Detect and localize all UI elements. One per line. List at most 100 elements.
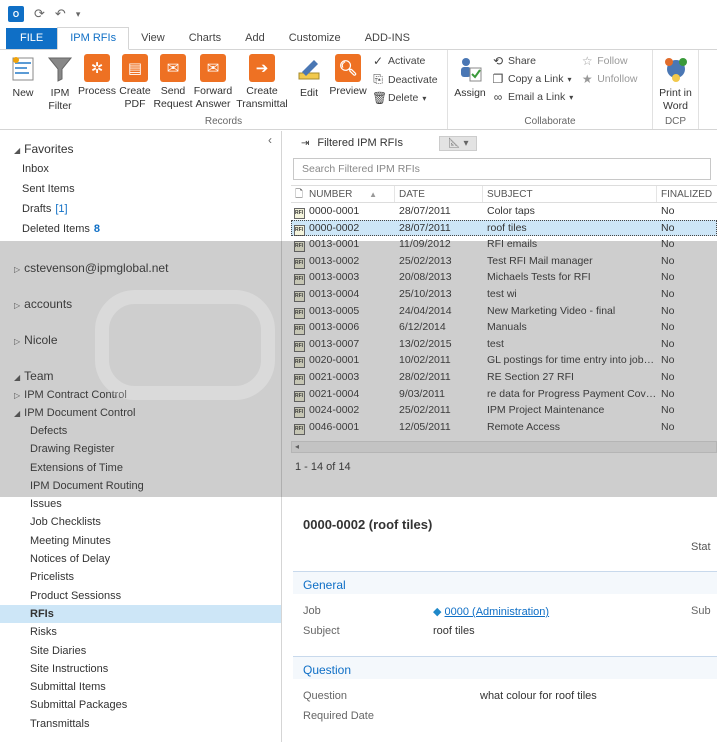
ipm-document-control[interactable]: ◢ IPM Document Control [0, 404, 281, 422]
table-row[interactable]: RFI 0021-0004 9/03/2011 re data for Progres… [291, 386, 717, 403]
table-row[interactable]: RFI 0020-0001 10/02/2011 GL postings for ti… [291, 352, 717, 369]
copy-link-button[interactable]: ❐ Copy a Link ▾ [492, 72, 573, 86]
folder-sent-items[interactable]: Sent Items [0, 179, 281, 199]
team-header[interactable]: ◢ Team [0, 366, 281, 386]
cell-date: 25/02/2011 [399, 404, 451, 417]
tab-customize[interactable]: Customize [277, 28, 353, 49]
table-row[interactable]: RFI 0021-0003 28/02/2011 RE Section 27 RFI N… [291, 369, 717, 386]
tab-file[interactable]: FILE [6, 28, 58, 49]
job-link[interactable]: 0000 (Administration) [445, 606, 550, 618]
sidebar-item-job-checklists[interactable]: Job Checklists [0, 513, 281, 531]
outlook-app-icon[interactable]: O [8, 6, 24, 22]
collapse-pane-icon[interactable]: ‹ [268, 133, 272, 147]
header-finalized[interactable]: FINALIZED [657, 186, 717, 202]
undo-icon[interactable]: ↶ [55, 6, 66, 22]
rfi-icon: RFI [291, 319, 307, 336]
forward-answer-label: Forward Answer [193, 85, 233, 110]
customize-qat-icon[interactable]: ▾ [76, 9, 81, 20]
email-link-button[interactable]: ∞ Email a Link ▾ [492, 90, 574, 104]
sidebar-item-rfis[interactable]: RFIs [0, 604, 281, 624]
preview-button[interactable]: 🔍︎ Preview [328, 52, 368, 115]
table-row[interactable]: RFI 0013-0001 11/09/2012 RFI emails No [291, 236, 717, 253]
account-nicole[interactable]: ▷ Nicole [0, 330, 281, 350]
table-row[interactable]: RFI 0013-0003 20/08/2013 Michaels Tests for… [291, 269, 717, 286]
create-pdf-button[interactable]: ▤ Create PDF [116, 52, 154, 115]
cell-date: 12/05/2011 [399, 420, 451, 433]
cell-subject: RFI emails [487, 238, 538, 251]
deleted-count: 8 [93, 223, 100, 235]
share-button[interactable]: ⟲ Share [492, 54, 573, 68]
account-accounts[interactable]: ▷ accounts [0, 294, 281, 314]
chevron-down-icon: ▾ [422, 93, 427, 103]
header-subject[interactable]: SUBJECT [483, 186, 657, 202]
forward-answer-button[interactable]: ✉ Forward Answer [192, 52, 234, 115]
group-dcp: Print in Word DCP [653, 50, 699, 129]
edit-button[interactable]: Edit [290, 52, 328, 115]
tab-add-ins[interactable]: ADD-INS [353, 28, 422, 49]
create-transmittal-label: Create Transmittal [236, 85, 288, 110]
send-receive-icon[interactable]: ⟳ [34, 6, 45, 22]
sidebar-item-meeting-minutes[interactable]: Meeting Minutes [0, 532, 281, 550]
tab-view[interactable]: View [129, 28, 177, 49]
account-cstevenson[interactable]: ▷ cstevenson@ipmglobal.net [0, 258, 281, 278]
delete-button[interactable]: 🗑︎ Delete ▾ [372, 91, 438, 105]
process-button[interactable]: ✲ Process [78, 52, 116, 115]
folder-drafts[interactable]: Drafts [1] [0, 199, 281, 219]
cell-subject: Remote Access [487, 420, 560, 433]
table-row[interactable]: RFI 0046-0001 12/05/2011 Remote Access No [291, 419, 717, 436]
deactivate-button[interactable]: ⎘ Deactivate [372, 72, 438, 87]
folder-deleted-items[interactable]: Deleted Items 8 [0, 219, 281, 239]
header-number[interactable]: NUMBER ▲ [307, 186, 395, 202]
sidebar-item-pricelists[interactable]: Pricelists [0, 568, 281, 586]
pin-icon[interactable]: ⇥ [301, 138, 309, 149]
sidebar-item-submittal-packages[interactable]: Submittal Packages [0, 696, 281, 714]
ipm-filter-button[interactable]: IPM Filter [42, 52, 78, 115]
edit-label: Edit [299, 87, 319, 99]
search-input[interactable]: Search Filtered IPM RFIs [293, 158, 711, 180]
table-row[interactable]: RFI 0013-0005 24/04/2014 New Marketing Vide… [291, 303, 717, 320]
horizontal-scrollbar[interactable]: ◂ [291, 441, 717, 454]
assign-button[interactable]: Assign [452, 52, 488, 115]
table-row[interactable]: RFI 0013-0002 25/02/2013 Test RFI Mail mana… [291, 253, 717, 270]
folder-inbox[interactable]: Inbox [0, 159, 281, 179]
question-label: Question [303, 690, 348, 702]
table-row[interactable]: RFI 0024-0002 25/02/2011 IPM Project Mainte… [291, 402, 717, 419]
new-button[interactable]: New [4, 52, 42, 115]
sidebar-item-ipm-document-routing[interactable]: IPM Document Routing [0, 477, 281, 495]
sidebar-item-site-instructions[interactable]: Site Instructions [0, 660, 281, 678]
table-row[interactable]: RFI 0000-0001 28/07/2011 Color taps No [291, 203, 717, 220]
deactivate-label: Deactivate [388, 73, 438, 86]
sidebar-item-defects[interactable]: Defects [0, 422, 281, 440]
filter-tab-icon[interactable]: 📐︎ ▾ [438, 135, 478, 151]
sidebar-item-site-diaries[interactable]: Site Diaries [0, 642, 281, 660]
favorites-header[interactable]: ◢ Favorites [0, 139, 281, 159]
unfollow-button[interactable]: ★ Unfollow [581, 72, 638, 86]
header-date[interactable]: DATE [395, 186, 483, 202]
rfi-icon: RFI [291, 386, 307, 403]
cell-finalized: No [661, 337, 675, 350]
table-row[interactable]: RFI 0013-0004 25/10/2013 test wi No [291, 286, 717, 303]
sidebar-item-notices-of-delay[interactable]: Notices of Delay [0, 550, 281, 568]
create-transmittal-button[interactable]: ➔ Create Transmittal [234, 52, 290, 115]
sidebar-item-submittal-items[interactable]: Submittal Items [0, 678, 281, 696]
ipm-contract-control[interactable]: ▷ IPM Contract Control [0, 386, 281, 404]
table-row[interactable]: RFI 0013-0007 13/02/2015 test No [291, 336, 717, 353]
sidebar-item-drawing-register[interactable]: Drawing Register [0, 440, 281, 458]
assign-people-icon [456, 54, 484, 84]
collaborate-group-label: Collaborate [524, 116, 576, 127]
follow-button[interactable]: ☆ Follow [581, 54, 637, 68]
sidebar-item-extensions-of-time[interactable]: Extensions of Time [0, 459, 281, 477]
print-in-word-button[interactable]: Print in Word [657, 52, 694, 115]
table-row[interactable]: RFI 0000-0002 28/07/2011 roof tiles No [291, 219, 717, 237]
sidebar-item-product-sessionss[interactable]: Product Sessionss [0, 587, 281, 605]
sidebar-item-transmittals[interactable]: Transmittals [0, 715, 281, 733]
sidebar-item-risks[interactable]: Risks [0, 623, 281, 641]
tab-add[interactable]: Add [233, 28, 277, 49]
tab-ipm-rfis[interactable]: IPM RFIs [57, 27, 130, 50]
tab-charts[interactable]: Charts [177, 28, 233, 49]
activate-button[interactable]: ✓ Activate [372, 54, 438, 68]
send-request-button[interactable]: ✉ Send Request [153, 52, 193, 115]
table-row[interactable]: RFI 0013-0006 6/12/2014 Manuals No [291, 319, 717, 336]
sidebar-item-issues[interactable]: Issues [0, 495, 281, 513]
list-rows: RFI 0000-0001 28/07/2011 Color taps No RFI 000… [291, 203, 717, 435]
